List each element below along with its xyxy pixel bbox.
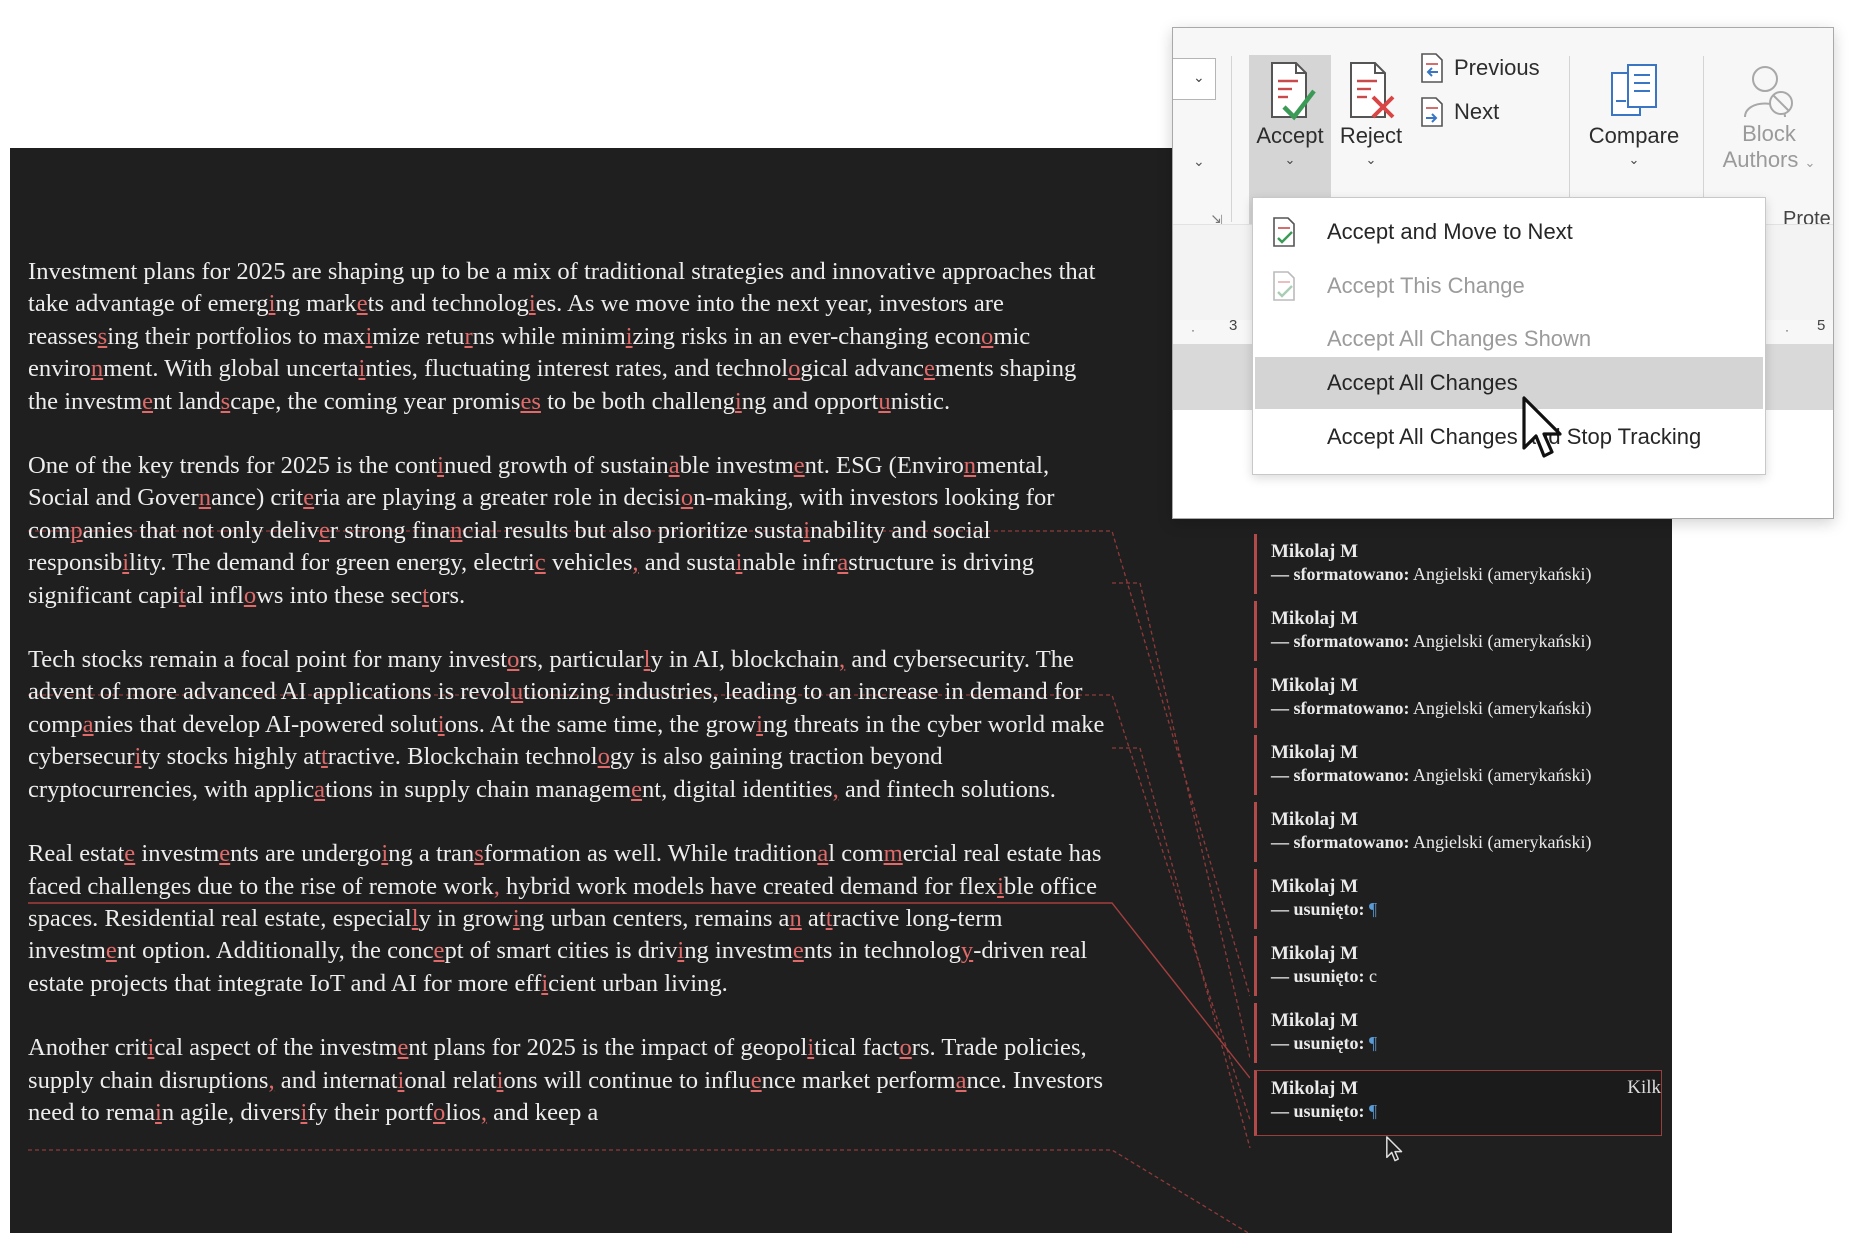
pilcrow-mark: ¶ [1369,1101,1378,1121]
block-authors-button[interactable]: Block Authors ⌄ [1713,61,1825,176]
revision-action: — sformatowano: [1271,631,1410,651]
revision-author: Mikolaj M [1271,809,1359,830]
revision-action: — usunięto: [1271,966,1365,986]
revision-balloon[interactable]: Mikolaj M — sformatowano: Angielski (ame… [1254,802,1662,862]
menu-item-label: Accept This Change [1327,273,1525,298]
document-body[interactable]: Investment plans for 2025 are shaping up… [28,256,1108,1161]
ruler-mark-left: 3 [1229,317,1238,334]
revision-action: — sformatowano: [1271,698,1410,718]
reject-icon [1350,62,1395,119]
menu-item-accept-all-and-stop-tracking[interactable]: Accept All Changes and Stop Tracking [1255,411,1763,463]
revision-detail: Angielski (amerykański) [1413,832,1592,852]
revision-balloon[interactable]: Mikolaj M — sformatowano: Angielski (ame… [1254,668,1662,728]
revision-balloon[interactable]: Mikolaj M — sformatowano: Angielski (ame… [1254,601,1662,661]
revision-detail: c [1369,966,1378,986]
menu-item-accept-and-move-to-next[interactable]: Accept and Move to Next [1255,206,1763,258]
chevron-down-icon: ⌄ [1284,152,1296,167]
next-change-button[interactable]: Next [1418,94,1499,130]
menu-item-accept-this-change[interactable]: Accept This Change [1255,260,1763,312]
revision-author: Mikolaj M [1271,1010,1359,1031]
menu-item-label: Accept and Move to Next [1327,219,1573,244]
revision-detail: Angielski (amerykański) [1413,564,1592,584]
chevron-down-icon: ⌄ [1193,69,1205,85]
chevron-down-icon: ⌄ [1804,155,1816,170]
accept-change-icon [1273,271,1295,301]
revision-balloon[interactable]: Mikolaj M — usunięto: ¶ [1254,1003,1662,1063]
pilcrow-mark: ¶ [1369,1033,1378,1053]
accept-move-next-icon [1273,217,1295,247]
revision-action: — usunięto: [1271,1033,1365,1053]
next-label: Next [1454,99,1500,124]
revision-detail: Angielski (amerykański) [1413,765,1592,785]
revision-action: — sformatowano: [1271,832,1410,852]
previous-change-button[interactable]: Previous [1418,50,1540,86]
chevron-down-icon[interactable]: ⌄ [1193,153,1205,170]
authors-label: Authors [1722,147,1799,172]
compare-button[interactable]: Compare ⌄ [1579,61,1689,169]
reject-button[interactable]: Reject ⌄ [1333,61,1409,169]
revision-author: Mikolaj M [1271,1078,1359,1099]
mouse-pointer-icon [1386,1136,1403,1162]
revision-author: Mikolaj M [1271,541,1359,562]
revision-action: — usunięto: [1271,1101,1365,1121]
revision-action: — sformatowano: [1271,765,1410,785]
next-icon [1421,97,1443,127]
revision-author: Mikolaj M [1271,876,1359,897]
revision-author: Mikolaj M [1271,675,1359,696]
paragraph-3: Tech stocks remain a focal point for man… [28,646,1105,803]
paragraph-4: Real estate investments are undergoing a… [28,840,1102,997]
revision-balloon-selected[interactable]: Mikolaj M — usunięto: ¶ Kilk [1254,1070,1662,1136]
display-for-review-dropdown[interactable]: ⌄ [1173,58,1216,100]
revision-detail: Angielski (amerykański) [1413,698,1592,718]
revision-author: Mikolaj M [1271,943,1359,964]
chevron-down-icon: ⌄ [1365,152,1377,167]
truncated-text: Kilk [1627,1077,1661,1098]
accept-icon [1271,62,1316,121]
reject-label: Reject [1339,123,1403,148]
revision-author: Mikolaj M [1271,742,1359,763]
revision-action: — sformatowano: [1271,564,1410,584]
accept-dropdown-menu: Accept and Move to Next Accept This Chan… [1252,197,1766,475]
ruler-mark-right: 5 [1817,317,1826,334]
mouse-pointer-icon [1522,396,1562,458]
revision-detail: Angielski (amerykański) [1413,631,1592,651]
revision-balloon[interactable]: Mikolaj M — sformatowano: Angielski (ame… [1254,735,1662,795]
paragraph-1: Investment plans for 2025 are shaping up… [28,258,1096,415]
chevron-down-icon: ⌄ [1628,152,1640,167]
previous-icon [1421,53,1443,83]
block-label: Block [1742,121,1796,146]
menu-item-accept-all-changes[interactable]: Accept All Changes [1255,357,1763,409]
revision-balloon[interactable]: Mikolaj M — usunięto: ¶ [1254,869,1662,929]
pilcrow-mark: ¶ [1369,899,1378,919]
block-authors-icon [1744,66,1793,118]
revision-author: Mikolaj M [1271,608,1359,629]
paragraph-2: One of the key trends for 2025 is the co… [28,452,1055,609]
group-separator [1231,56,1232,222]
revision-balloon[interactable]: Mikolaj M — usunięto: c [1254,936,1662,996]
revision-action: — usunięto: [1271,899,1365,919]
compare-label: Compare [1588,123,1680,148]
menu-item-label: Accept All Changes Shown [1327,326,1592,351]
revision-balloon[interactable]: Mikolaj M — sformatowano: Angielski (ame… [1254,534,1662,594]
menu-item-label: Accept All Changes [1327,370,1518,395]
menu-item-label: Accept All Changes and Stop Tracking [1327,424,1702,449]
previous-label: Previous [1454,55,1540,80]
compare-icon [1611,64,1657,116]
accept-label: Accept [1256,123,1324,148]
paragraph-5: Another critical aspect of the investmen… [28,1034,1104,1126]
